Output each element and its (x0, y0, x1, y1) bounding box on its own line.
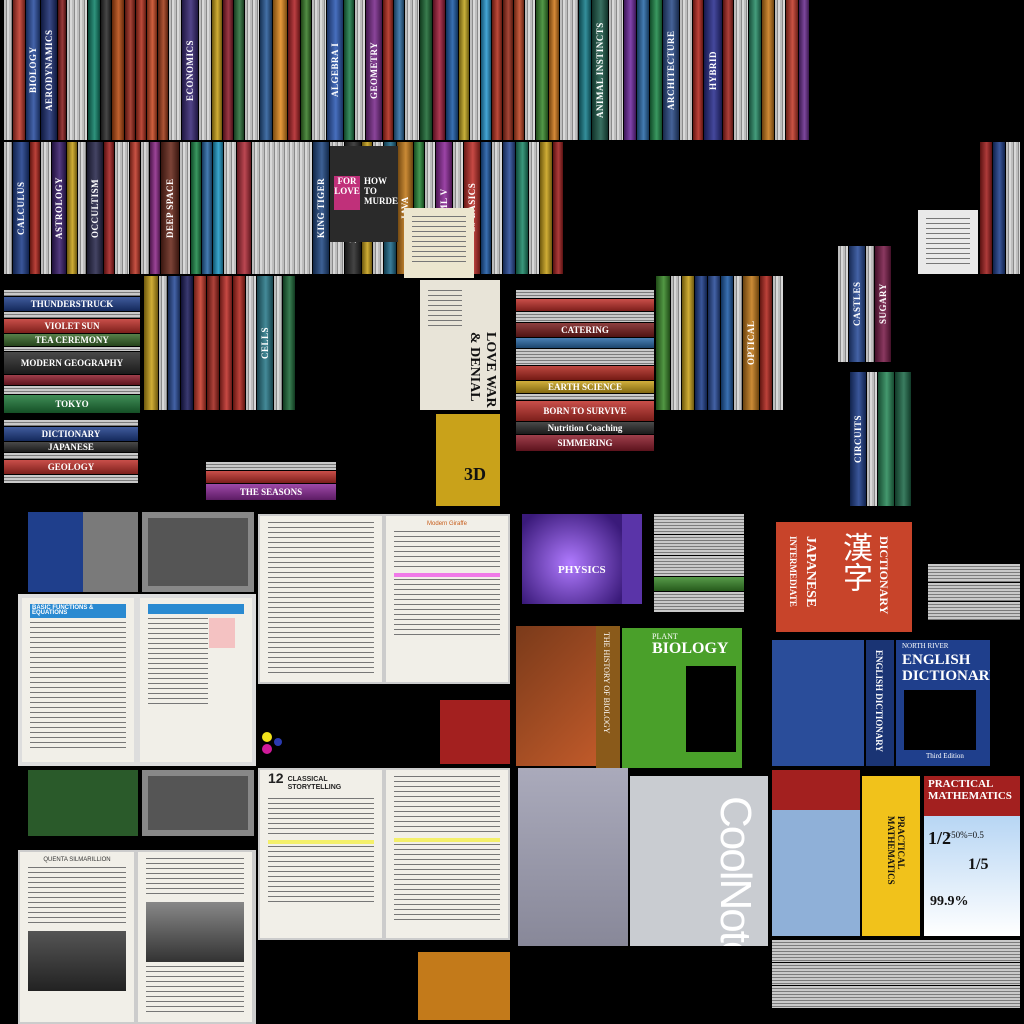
book-tea-ceremony[interactable]: TEA CEREMONY (4, 334, 140, 346)
math-equation: =50%=0.5 (946, 830, 984, 840)
book-spine-animal-instincts[interactable]: ANIMAL INSTINCTS (592, 0, 608, 140)
book-violet-sun[interactable]: VIOLET SUN (4, 319, 140, 333)
cover-text: DICTIONARY (877, 536, 891, 615)
book-spine-castles[interactable]: CASTLES (849, 246, 865, 362)
open-book-storytelling[interactable]: 12 CLASSICAL STORYTELLING (258, 768, 510, 940)
book-cover-english-dictionary[interactable]: NORTH RIVER ENGLISH DICTIONARY Third Edi… (896, 640, 990, 766)
book-japanese[interactable]: JAPANESE (4, 442, 138, 452)
book-spine-astrology[interactable]: ASTROLOGY (52, 142, 66, 274)
book-title: BIOLOGY (652, 640, 729, 657)
book-spine-practical-mathematics[interactable]: PRACTICAL MATHEMATICS (862, 776, 920, 936)
color-dot-yellow (262, 732, 272, 742)
book-spine-economics[interactable]: ECONOMICS (182, 0, 198, 140)
book-stack-bottom-left: DICTIONARY JAPANESE GEOLOGY (4, 420, 138, 506)
book-the-seasons[interactable]: THE SEASONS (206, 484, 336, 500)
book-cover-physics[interactable]: PHYSICS (522, 514, 642, 604)
open-book-giraffe[interactable]: Modern Giraffe (258, 514, 510, 684)
book-cover-love-war-denial[interactable]: LOVE WAR & DENIAL (420, 280, 500, 410)
math-percent: 99.9% (930, 894, 969, 909)
edition: Third Edition (926, 752, 964, 760)
book-cover-practical-mathematics[interactable]: 5 PRACTICAL MATHEMATICS 1/2 =50%=0.5 1/5… (924, 776, 1020, 936)
color-dot-blue (274, 738, 282, 746)
book-catering[interactable]: CATERING (516, 323, 654, 337)
spine-title: THE HISTORY OF BIOLOGY (602, 632, 611, 734)
book-stack-left: THUNDERSTRUCK VIOLET SUN TEA CEREMONY MO… (4, 290, 140, 416)
book-cover-3d[interactable]: 3D (436, 414, 500, 506)
chapter-number: 12 (268, 770, 284, 786)
book-spine-geometry[interactable]: GEOMETRY (366, 0, 382, 140)
cover-text: JAPANESE (803, 536, 818, 608)
spine-title: PRACTICAL MATHEMATICS (886, 816, 906, 885)
book-cover-beige (404, 208, 474, 278)
spine-title: ENGLISH DICTIONARY (874, 650, 884, 752)
bookshelf-row-1: BIOLOGY AERODYNAMICS ECONOMICS ALGEBRA I… (4, 0, 1020, 140)
book-thunderstruck[interactable]: THUNDERSTRUCK (4, 297, 140, 311)
color-dot-magenta (262, 744, 272, 754)
book-spine-cells[interactable]: CELLS (257, 276, 273, 410)
book-spine-english-dictionary[interactable]: ENGLISH DICTIONARY (866, 640, 894, 766)
book-stack-middle: CATERING EARTH SCIENCE BORN TO SURVIVE N… (516, 290, 654, 506)
book-spine-aerodynamics[interactable]: AERODYNAMICS (41, 0, 57, 140)
page-heading: BASIC FUNCTIONS & EQUATIONS (30, 604, 126, 618)
book-title: CoolNote (711, 796, 760, 946)
book-dictionary[interactable]: DICTIONARY (4, 427, 138, 441)
book-modern-geography[interactable]: MODERN GEOGRAPHY (4, 352, 140, 374)
open-book-quenta[interactable]: QUENTA SILMARILLION (18, 850, 256, 1024)
book-spine-optical[interactable]: OPTICAL (743, 276, 759, 410)
book-simmering[interactable]: SIMMERING (516, 435, 654, 451)
illustration-image (146, 902, 244, 962)
math-fraction: 1/5 (968, 856, 989, 873)
book-cover-how-to-murder[interactable]: FOR LOVE HOW TO MURDER (330, 146, 398, 242)
book-spine-occultism[interactable]: OCCULTISM (87, 142, 103, 274)
book-title: ENGLISH DICTIONARY (902, 652, 990, 684)
book-spine-algebra[interactable]: ALGEBRA I (327, 0, 343, 140)
book-spine-architecture[interactable]: ARCHITECTURE (663, 0, 679, 140)
page-heading: Modern Giraffe (427, 521, 467, 527)
page-heading: QUENTA SILMARILLION (43, 857, 111, 863)
book-earth-science[interactable]: EARTH SCIENCE (516, 381, 654, 393)
book-spine-sugary[interactable]: SUGARY (875, 246, 891, 362)
chapter-title: CLASSICAL STORYTELLING (287, 776, 342, 791)
book-spine-history-of-biology[interactable]: THE HISTORY OF BIOLOGY (596, 626, 620, 768)
book-spine-deep-space[interactable]: DEEP SPACE (161, 142, 179, 274)
book-nutrition-coaching[interactable]: Nutrition Coaching (516, 422, 654, 434)
cover-kanji: 漢字 (838, 532, 871, 592)
publisher: NORTH RIVER (902, 642, 949, 650)
book-cover-japanese-dictionary[interactable]: INTERMEDIATE JAPANESE 漢字 DICTIONARY (776, 522, 912, 632)
book-lying-right (918, 210, 978, 274)
book-cover-plant-biology[interactable]: PLANT BIOLOGY (622, 628, 742, 768)
book-geology[interactable]: GEOLOGY (4, 460, 138, 474)
open-book-basic-functions[interactable]: BASIC FUNCTIONS & EQUATIONS (18, 594, 256, 766)
book-spine (13, 0, 25, 140)
cover-text: INTERMEDIATE (788, 536, 798, 607)
book-title-how-to-murder: HOW TO MURDER (364, 176, 398, 206)
book-title: PHYSICS (558, 564, 606, 576)
book-spine-hybrid[interactable]: HYBRID (704, 0, 722, 140)
book-title: PRACTICAL MATHEMATICS (928, 778, 1012, 802)
book-spine-circuits[interactable]: CIRCUITS (850, 372, 866, 506)
illustration-image (28, 931, 126, 991)
book-spine-king-tiger[interactable]: KING TIGER (313, 142, 329, 274)
book-tokyo[interactable]: TOKYO (4, 395, 140, 413)
book-title: 3D (464, 464, 486, 484)
book-born-to-survive[interactable]: BORN TO SURVIVE (516, 401, 654, 421)
book-cover-coolnote[interactable]: CoolNote (630, 776, 768, 946)
book-spine-biology[interactable]: BIOLOGY (26, 0, 40, 140)
book-title-for-love: FOR LOVE (334, 176, 360, 210)
book-spine-calculus[interactable]: CALCULUS (13, 142, 29, 274)
book-title: LOVE WAR & DENIAL (467, 332, 498, 408)
